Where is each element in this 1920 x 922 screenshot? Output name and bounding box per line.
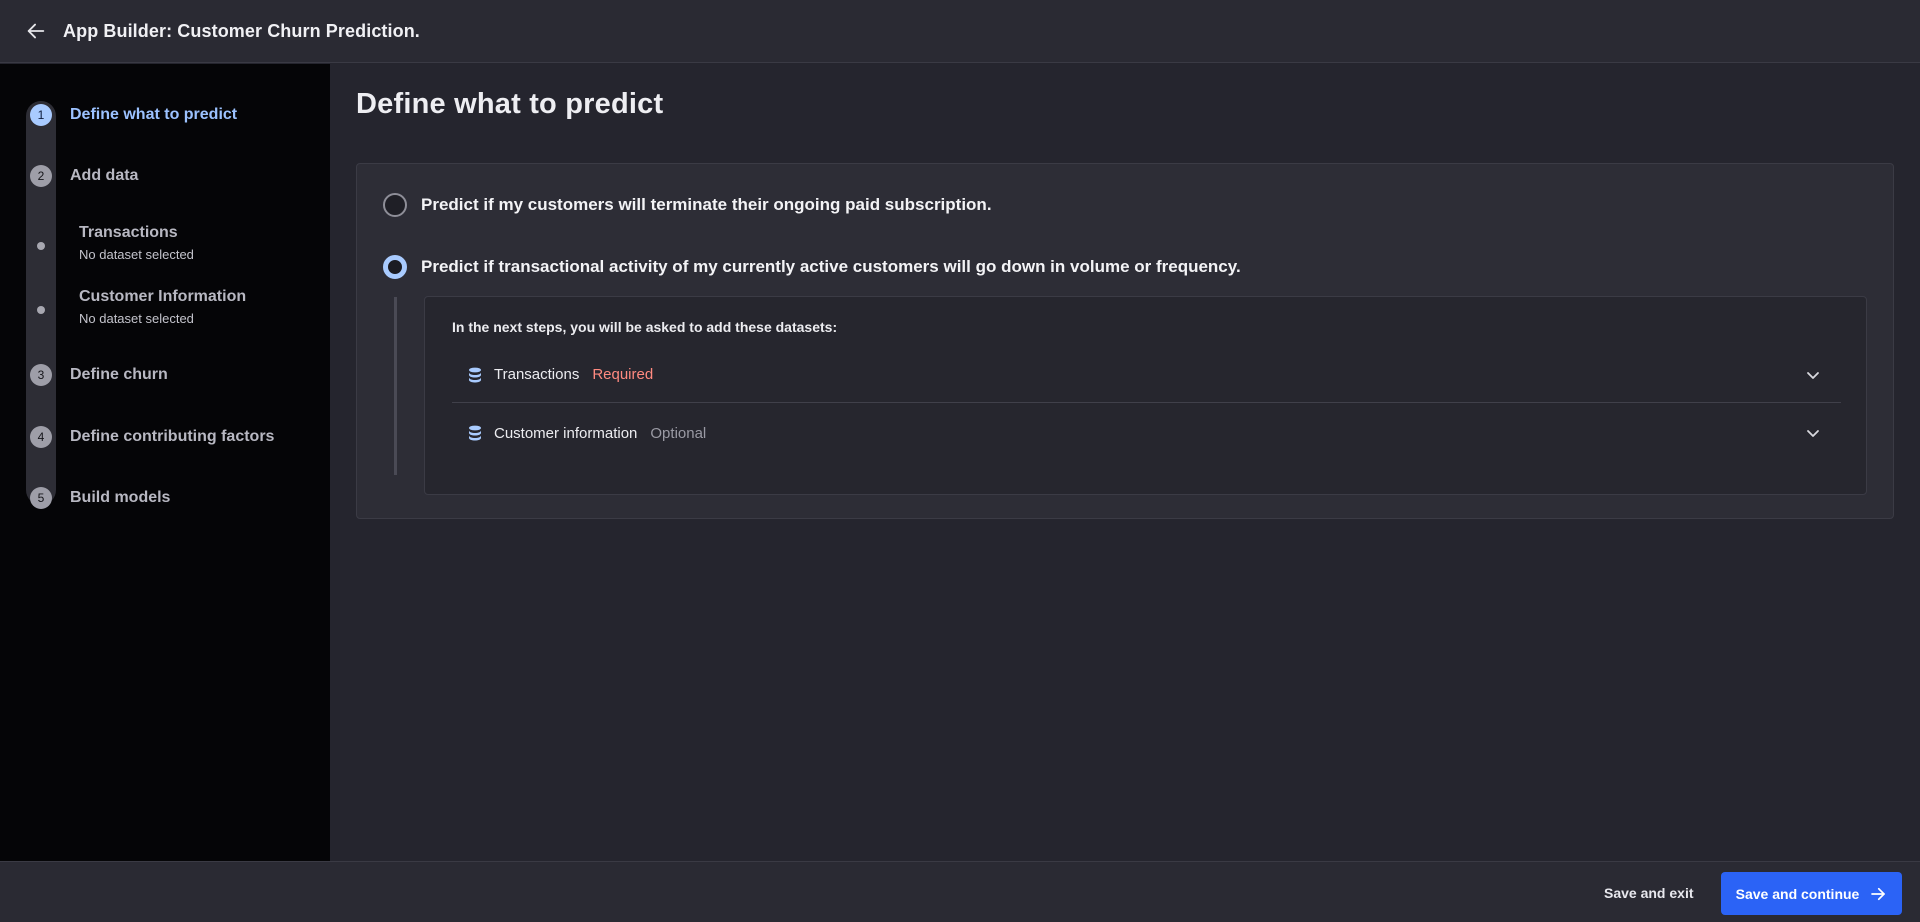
app-header: App Builder: Customer Churn Prediction. [0, 0, 1920, 63]
required-badge: Required [592, 366, 654, 383]
step-label: Define churn [70, 366, 168, 383]
radio-button-selected[interactable] [383, 255, 407, 279]
page-title: Define what to predict [356, 88, 664, 120]
dataset-name: Customer information [494, 424, 638, 442]
dataset-row-customer-information[interactable]: Customer information Optional [452, 405, 1841, 461]
step-number: 3 [30, 364, 52, 386]
save-and-continue-button[interactable]: Save and continue [1721, 872, 1902, 915]
substep-title: Transactions [79, 224, 178, 241]
substep-dot [37, 242, 45, 250]
database-icon [469, 425, 481, 441]
substep-status: No dataset selected [79, 247, 194, 262]
substep-title: Customer Information [79, 288, 247, 305]
step-number: 4 [30, 426, 52, 448]
wizard-footer: Save and exit Save and continue [0, 861, 1920, 922]
arrow-left-icon [27, 23, 45, 39]
database-icon [469, 367, 481, 382]
step-label: Build models [70, 489, 171, 506]
substep-dot [37, 306, 45, 314]
save-and-exit-button[interactable]: Save and exit [1590, 876, 1708, 910]
option-transactional-activity[interactable]: Predict if transactional activity of my … [383, 253, 1241, 281]
step-label: Define what to predict [70, 106, 238, 123]
wizard-sidebar: 1 Define what to predict 2 Add data Tran… [0, 64, 330, 861]
substep-customer-information[interactable]: Customer Information No dataset selected [0, 286, 320, 330]
prediction-options-card: Predict if my customers will terminate t… [356, 163, 1894, 519]
app-title: App Builder: Customer Churn Prediction. [63, 20, 420, 41]
save-and-continue-label: Save and continue [1735, 885, 1860, 902]
chevron-down-icon[interactable] [1805, 425, 1821, 441]
chevron-down-icon[interactable] [1805, 367, 1821, 383]
dataset-name: Transactions [494, 366, 580, 383]
step-number: 2 [30, 165, 52, 187]
option-label: Predict if transactional activity of my … [421, 257, 1241, 276]
step-label: Define contributing factors [70, 428, 275, 445]
arrow-right-icon [1871, 887, 1886, 900]
option-indent-line [394, 297, 397, 475]
dataset-row-transactions[interactable]: Transactions Required [452, 347, 1841, 403]
optional-badge: Optional [650, 424, 707, 442]
radio-button[interactable] [383, 193, 407, 217]
datasets-panel: In the next steps, you will be asked to … [424, 296, 1867, 495]
back-button[interactable] [19, 14, 53, 48]
option-label: Predict if my customers will terminate t… [421, 195, 992, 214]
step-number: 1 [30, 104, 52, 126]
datasets-heading: In the next steps, you will be asked to … [452, 319, 838, 335]
substep-status: No dataset selected [79, 311, 194, 326]
step-number: 5 [30, 487, 52, 509]
step-label: Add data [70, 167, 139, 184]
substep-transactions[interactable]: Transactions No dataset selected [0, 222, 320, 266]
option-terminate-subscription[interactable]: Predict if my customers will terminate t… [383, 191, 992, 219]
